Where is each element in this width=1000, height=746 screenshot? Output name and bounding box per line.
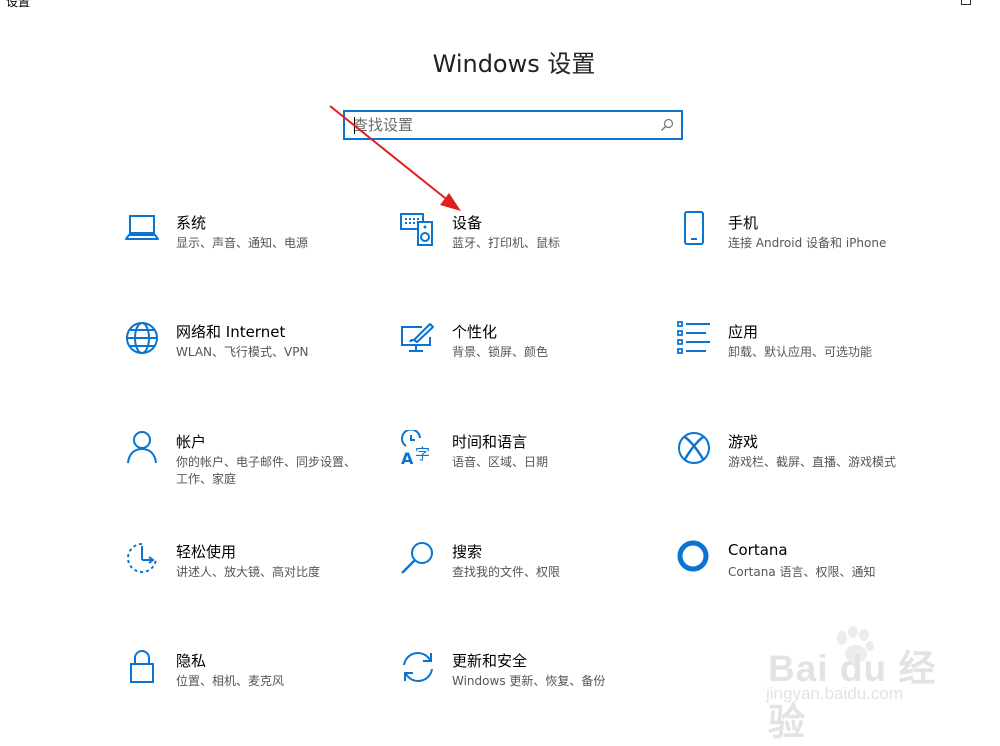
tile-ease-of-access[interactable]: 轻松使用 讲述人、放大镜、高对比度 xyxy=(124,540,384,610)
baidu-watermark: Bai du 经验 jingyan.baidu.com xyxy=(760,626,960,743)
tile-cortana[interactable]: Cortana Cortana 语言、权限、通知 xyxy=(676,540,936,610)
svg-text:A: A xyxy=(401,449,414,466)
tile-name: 应用 xyxy=(728,323,759,341)
svg-text:字: 字 xyxy=(415,445,430,463)
globe-icon xyxy=(126,322,158,354)
text-caret xyxy=(354,117,355,134)
tile-desc: 蓝牙、打印机、鼠标 xyxy=(452,236,561,250)
magnifier-icon xyxy=(401,542,433,574)
tile-personalization[interactable]: 个性化 背景、锁屏、颜色 xyxy=(400,320,660,390)
tile-update-security[interactable]: 更新和安全 Windows 更新、恢复、备份 xyxy=(400,649,660,719)
lock-icon xyxy=(130,650,154,683)
tile-desc: 游戏栏、截屏、直播、游戏模式 xyxy=(728,455,897,469)
tile-name: 更新和安全 xyxy=(452,652,528,670)
minimize-button[interactable]: – xyxy=(912,0,932,10)
tile-phone[interactable]: 手机 连接 Android 设备和 iPhone xyxy=(676,211,936,281)
tile-desc: WLAN、飞行模式、VPN xyxy=(176,345,309,359)
time-language-icon: A 字 xyxy=(401,430,430,466)
search-input[interactable] xyxy=(353,112,653,138)
laptop-icon xyxy=(125,215,159,240)
personalization-icon xyxy=(401,323,434,352)
tile-desc: 语音、区域、日期 xyxy=(452,455,549,469)
search-box[interactable] xyxy=(343,110,683,140)
devices-icon xyxy=(400,213,433,246)
tile-name: 个性化 xyxy=(452,323,498,341)
tile-privacy[interactable]: 隐私 位置、相机、麦克风 xyxy=(124,649,384,719)
page-title: Windows 设置 xyxy=(432,50,596,78)
tile-desc: 查找我的文件、权限 xyxy=(452,565,561,579)
tile-name: 轻松使用 xyxy=(176,543,237,561)
maximize-button[interactable] xyxy=(956,0,976,10)
search-icon[interactable] xyxy=(659,117,675,133)
apps-list-icon xyxy=(677,321,710,354)
tile-desc: Cortana 语言、权限、通知 xyxy=(728,565,876,579)
phone-icon xyxy=(684,211,704,245)
tile-desc: 背景、锁屏、颜色 xyxy=(452,345,549,359)
tile-desc: 你的帐户、电子邮件、同步设置、工作、家庭 xyxy=(176,455,357,486)
tile-name: 游戏 xyxy=(728,433,759,451)
tile-accounts[interactable]: 帐户 你的帐户、电子邮件、同步设置、工作、家庭 xyxy=(124,430,384,500)
tile-time-language[interactable]: A 字 时间和语言 语音、区域、日期 xyxy=(400,430,660,500)
tile-desc: 连接 Android 设备和 iPhone xyxy=(728,236,887,250)
app-title: 设置 xyxy=(6,0,31,9)
tile-name: 设备 xyxy=(452,214,483,232)
watermark-url: jingyan.baidu.com xyxy=(766,684,904,703)
title-bar: 设置 – xyxy=(0,0,1000,12)
person-icon xyxy=(127,431,157,464)
tile-desc: Windows 更新、恢复、备份 xyxy=(452,674,606,688)
tile-gaming[interactable]: 游戏 游戏栏、截屏、直播、游戏模式 xyxy=(676,430,936,500)
tile-devices[interactable]: 设备 蓝牙、打印机、鼠标 xyxy=(400,211,660,281)
xbox-icon xyxy=(678,432,710,464)
tile-desc: 卸载、默认应用、可选功能 xyxy=(728,345,873,359)
tile-name: 隐私 xyxy=(176,652,207,670)
tile-desc: 讲述人、放大镜、高对比度 xyxy=(176,565,321,579)
tile-network[interactable]: 网络和 Internet WLAN、飞行模式、VPN xyxy=(124,320,384,390)
tile-name: 时间和语言 xyxy=(452,433,528,451)
tile-name: 帐户 xyxy=(176,433,207,451)
tile-system[interactable]: 系统 显示、声音、通知、电源 xyxy=(124,211,384,281)
tile-name: Cortana xyxy=(728,541,788,559)
tile-name: 搜索 xyxy=(452,543,483,561)
maximize-icon xyxy=(961,0,971,5)
tile-desc: 显示、声音、通知、电源 xyxy=(176,236,309,250)
tile-name: 系统 xyxy=(176,214,207,232)
tile-desc: 位置、相机、麦克风 xyxy=(176,674,285,688)
tile-name: 网络和 Internet xyxy=(176,323,286,341)
ease-of-access-icon xyxy=(127,543,157,573)
tile-name: 手机 xyxy=(728,214,759,232)
tile-apps[interactable]: 应用 卸载、默认应用、可选功能 xyxy=(676,320,936,390)
tile-search[interactable]: 搜索 查找我的文件、权限 xyxy=(400,540,660,610)
cortana-icon xyxy=(677,540,709,572)
sync-icon xyxy=(403,651,433,683)
